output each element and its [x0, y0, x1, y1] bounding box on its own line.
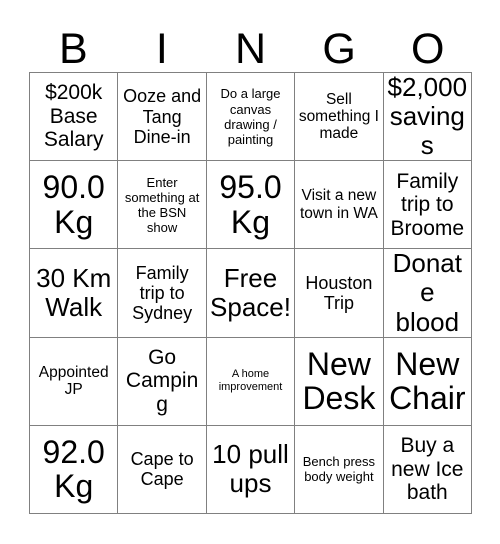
bingo-cell-i1[interactable]: Ooze and Tang Dine-in [118, 73, 207, 162]
bingo-cell-i1-text: Ooze and Tang Dine-in [123, 86, 202, 147]
bingo-cell-o1[interactable]: $2,000 savings [383, 73, 472, 162]
bingo-card: B I N G O $200k Base Salary Ooze and Tan… [0, 0, 500, 544]
bingo-cell-g3-text: Houston Trip [305, 272, 373, 313]
bingo-cell-b5[interactable]: 92.0 Kg [30, 425, 119, 514]
bingo-cell-g1-text: Sell something I made [298, 90, 379, 143]
bingo-header-letter-n: N [206, 16, 295, 72]
bingo-cell-n1[interactable]: Do a large canvas drawing / painting [206, 73, 296, 162]
bingo-header-letter-i-text: I [155, 25, 168, 73]
bingo-header-letter-g-text: G [322, 25, 356, 73]
bingo-cell-free-space-text: Free Space! [210, 262, 291, 322]
bingo-cell-g3[interactable]: Houston Trip [295, 249, 384, 338]
bingo-cell-free-space[interactable]: Free Space! [206, 249, 296, 338]
bingo-cell-i5-text: Cape to Cape [130, 449, 194, 490]
bingo-cell-i2-text: Enter something at the BSN show [124, 174, 200, 235]
bingo-cell-i2[interactable]: Enter something at the BSN show [118, 161, 207, 250]
bingo-cell-n2[interactable]: 95.0 Kg [206, 161, 296, 250]
bingo-cell-o1-text: $2,000 savings [387, 73, 468, 161]
bingo-cell-o3[interactable]: Donate blood [383, 249, 472, 338]
bingo-cell-n5-text: 10 pull ups [212, 439, 289, 499]
bingo-cell-o5-text: Buy a new Ice bath [391, 434, 464, 505]
bingo-cell-b2[interactable]: 90.0 Kg [30, 161, 119, 250]
bingo-header-letter-o: O [383, 16, 472, 72]
bingo-cell-b4[interactable]: Appointed JP [30, 337, 119, 426]
bingo-header-row: B I N G O [29, 16, 472, 72]
bingo-cell-o3-text: Donate blood [392, 249, 462, 337]
bingo-cell-o5[interactable]: Buy a new Ice bath [383, 425, 472, 514]
bingo-cell-g2[interactable]: Visit a new town in WA [295, 161, 384, 250]
bingo-cell-b4-text: Appointed JP [38, 363, 109, 399]
bingo-cell-g1[interactable]: Sell something I made [295, 73, 384, 162]
bingo-header-letter-b: B [29, 16, 118, 72]
bingo-cell-g5-text: Bench press body weight [302, 454, 376, 485]
bingo-header-letter-i: I [118, 16, 207, 72]
bingo-cell-g5[interactable]: Bench press body weight [295, 425, 384, 514]
bingo-cell-i5[interactable]: Cape to Cape [118, 425, 207, 514]
bingo-cell-o2[interactable]: Family trip to Broome [383, 161, 472, 250]
bingo-cell-b1-text: $200k Base Salary [43, 81, 104, 152]
bingo-cell-b3[interactable]: 30 Km Walk [30, 249, 119, 338]
bingo-cell-o4[interactable]: New Chair [383, 337, 472, 426]
bingo-cell-b1[interactable]: $200k Base Salary [30, 73, 119, 162]
bingo-cell-i3-text: Family trip to Sydney [132, 262, 193, 324]
bingo-header-letter-b-text: B [58, 25, 88, 73]
bingo-cell-n5[interactable]: 10 pull ups [206, 425, 296, 514]
bingo-cell-n4-text: A home improvement [218, 368, 283, 394]
bingo-cell-g4-text: New Desk [302, 345, 376, 417]
bingo-cell-i4-text: Go Camping [125, 345, 199, 416]
bingo-cell-b2-text: 90.0 Kg [42, 169, 105, 240]
bingo-header-letter-g: G [295, 16, 384, 72]
bingo-cell-n1-text: Do a large canvas drawing / painting [220, 86, 281, 147]
bingo-cell-i4[interactable]: Go Camping [118, 337, 207, 426]
bingo-cell-n4[interactable]: A home improvement [206, 337, 296, 426]
bingo-cell-n2-text: 95.0 Kg [219, 169, 282, 240]
bingo-cell-o2-text: Family trip to Broome [390, 169, 465, 240]
bingo-cell-b3-text: 30 Km Walk [36, 262, 112, 322]
bingo-cell-b5-text: 92.0 Kg [42, 433, 105, 505]
bingo-cell-g4[interactable]: New Desk [295, 337, 384, 426]
bingo-header-letter-o-text: O [410, 25, 445, 73]
bingo-cell-o4-text: New Chair [389, 345, 466, 417]
bingo-header-letter-n-text: N [234, 25, 267, 73]
bingo-grid: $200k Base Salary Ooze and Tang Dine-in … [29, 72, 472, 514]
bingo-cell-i3[interactable]: Family trip to Sydney [118, 249, 207, 338]
bingo-cell-g2-text: Visit a new town in WA [299, 187, 378, 222]
